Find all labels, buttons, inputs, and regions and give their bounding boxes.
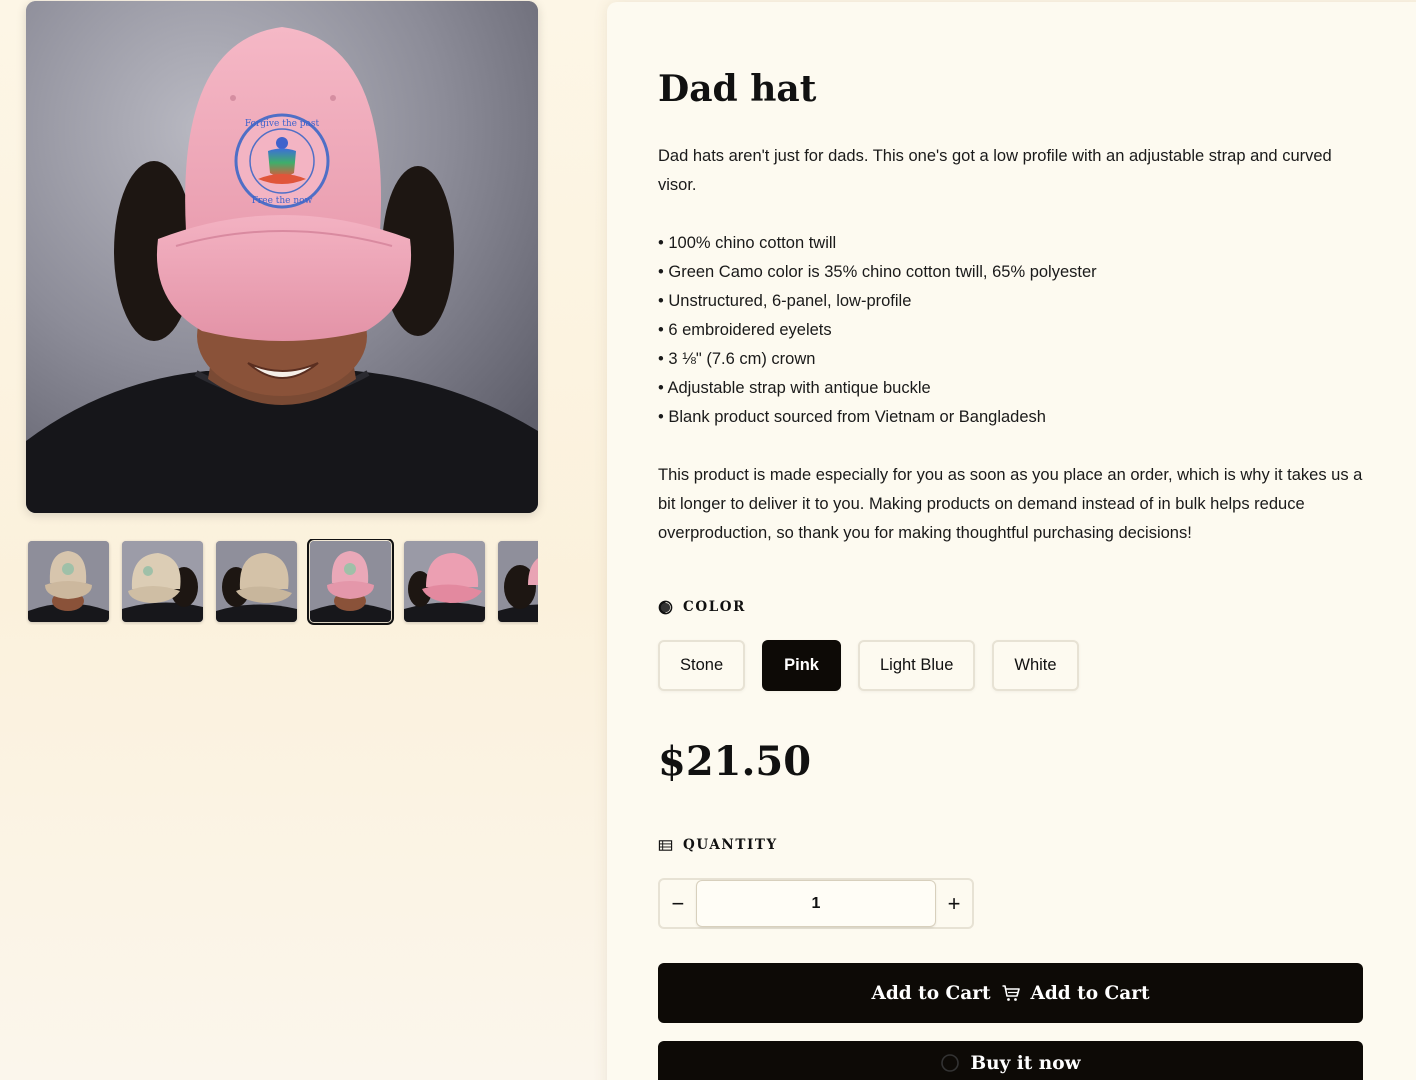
thumbnail-pink-1[interactable] <box>307 539 394 625</box>
thumbnail-pink-2[interactable] <box>404 541 485 622</box>
color-option-label: COLOR <box>658 599 746 615</box>
description-intro: Dad hats aren't just for dads. This one'… <box>658 147 1332 194</box>
check-circle-icon <box>941 1054 960 1072</box>
quantity-option-label: QUANTITY <box>658 837 778 853</box>
add-to-cart-label: Add to Cart <box>871 982 991 1004</box>
feature-item: • Adjustable strap with antique buckle <box>658 379 931 397</box>
half-circle-icon <box>658 600 673 614</box>
quantity-increment-button[interactable]: + <box>936 880 972 927</box>
table-icon <box>658 839 673 851</box>
color-option-white[interactable]: White <box>992 640 1079 691</box>
feature-item: • Unstructured, 6-panel, low-profile <box>658 292 912 310</box>
thumbnail-stone-1[interactable] <box>28 541 109 622</box>
cart-icon <box>1002 985 1020 1001</box>
color-option-light-blue[interactable]: Light Blue <box>857 640 976 691</box>
add-to-cart-button[interactable]: Add to Cart Add to Cart <box>658 963 1363 1023</box>
thumbnail-pink-3[interactable] <box>498 541 538 622</box>
emblem-top-text: Forgive the past <box>245 119 320 129</box>
add-to-cart-label: Add to Cart <box>1030 982 1150 1004</box>
color-label-text: COLOR <box>683 599 746 615</box>
feature-item: • 6 embroidered eyelets <box>658 321 832 339</box>
emblem-bottom-text: Free the now <box>252 196 313 206</box>
feature-item: • 100% chino cotton twill <box>658 234 837 252</box>
hat-photo: Forgive the past Free the now <box>26 1 538 513</box>
quantity-decrement-button[interactable]: − <box>660 880 696 927</box>
feature-item: • Green Camo color is 35% chino cotton t… <box>658 263 1097 281</box>
feature-item: • 3 ⅛" (7.6 cm) crown <box>658 350 816 368</box>
color-option-pink[interactable]: Pink <box>762 640 841 691</box>
main-product-image[interactable]: Forgive the past Free the now <box>26 1 538 513</box>
product-info-panel: Dad hat Dad hats aren't just for dads. T… <box>607 2 1416 1080</box>
buy-now-button[interactable]: Buy it now <box>658 1041 1363 1080</box>
product-description: Dad hats aren't just for dads. This one'… <box>658 142 1368 548</box>
quantity-input[interactable] <box>695 880 937 927</box>
thumbnail-strip <box>26 539 538 625</box>
color-swatches: Stone Pink Light Blue White <box>658 640 1079 691</box>
buy-now-label: Buy it now <box>970 1053 1081 1074</box>
quantity-label-text: QUANTITY <box>683 837 778 853</box>
made-to-order-note: This product is made especially for you … <box>658 466 1363 542</box>
product-title: Dad hat <box>658 68 817 110</box>
feature-item: • Blank product sourced from Vietnam or … <box>658 408 1046 426</box>
product-gallery: Forgive the past Free the now <box>26 1 538 625</box>
quantity-stepper: − + <box>658 878 974 929</box>
color-option-stone[interactable]: Stone <box>658 640 746 691</box>
thumbnail-stone-3[interactable] <box>216 541 297 622</box>
product-price: $21.50 <box>658 738 812 785</box>
thumbnail-stone-2[interactable] <box>122 541 203 622</box>
